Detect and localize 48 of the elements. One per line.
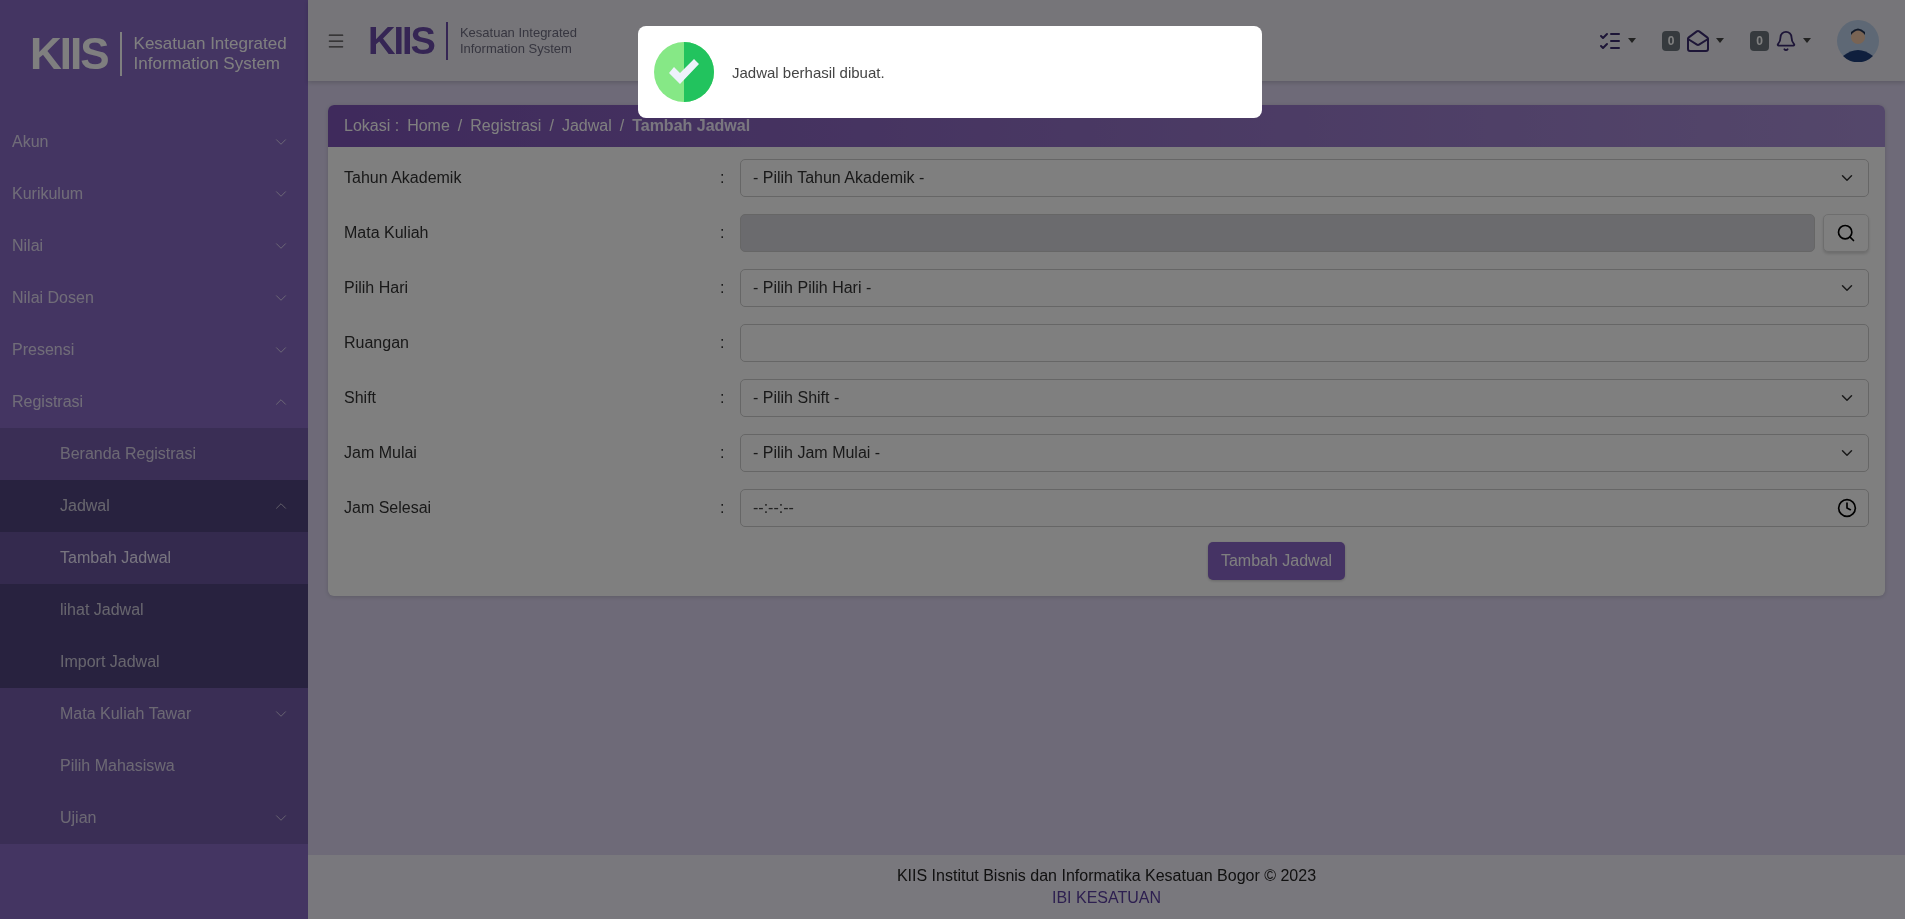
field-label: Ruangan xyxy=(344,334,410,352)
check-icon xyxy=(654,42,714,102)
bell-icon xyxy=(1775,29,1797,52)
time-field[interactable]: --:--:-- xyxy=(740,489,1869,527)
clock-icon xyxy=(1837,498,1857,518)
logo-mark: KIIS xyxy=(30,32,122,76)
envelope-icon xyxy=(1686,28,1711,53)
colon-text: : xyxy=(720,169,726,187)
logo-mark: KIIS xyxy=(368,21,448,60)
sidebar-item[interactable]: Import Jadwal xyxy=(0,636,308,688)
avatar[interactable] xyxy=(1837,19,1879,62)
colon-text: : xyxy=(720,444,726,462)
field-label: Jam Mulai xyxy=(344,444,418,462)
colon-text: : xyxy=(720,389,726,407)
messages-button[interactable]: 0 xyxy=(1661,28,1725,53)
breadcrumb-separator: / xyxy=(619,117,625,135)
sidebar-item[interactable]: Tambah Jadwal xyxy=(0,532,308,584)
breadcrumb-link[interactable]: Registrasi xyxy=(470,117,542,135)
search-icon xyxy=(1836,223,1856,243)
notifications-button[interactable]: 0 xyxy=(1750,29,1811,52)
breadcrumb-label: Lokasi : xyxy=(344,117,400,135)
copyright-text: KIIS Institut Bisnis dan Informatika Kesatuan Bogor © 2023 xyxy=(896,867,1317,885)
field-label: Mata Kuliah xyxy=(344,224,430,242)
footer-link[interactable]: IBI KESATUAN xyxy=(1051,889,1162,907)
submit-button[interactable]: Tambah Jadwal xyxy=(1207,542,1346,580)
colon-text: : xyxy=(720,499,726,517)
field-label: Pilih Hari xyxy=(344,279,409,297)
input-field[interactable] xyxy=(740,324,1869,362)
toast-message: Jadwal berhasil dibuat. xyxy=(732,63,885,81)
colon-text: : xyxy=(720,224,726,242)
logo-text: Kesatuan Integrated Information System xyxy=(459,24,577,57)
select-field[interactable]: - Pilih Shift - xyxy=(740,379,1869,417)
field-label: Tahun Akademik xyxy=(344,169,463,187)
select-field[interactable]: - Pilih Jam Mulai - xyxy=(740,434,1869,472)
search-button[interactable] xyxy=(1823,214,1869,252)
sidebar-item[interactable]: Jadwal xyxy=(0,480,308,532)
sidebar-item[interactable]: lihat Jadwal xyxy=(0,584,308,636)
logo-text: Kesatuan Integrated Information System xyxy=(133,33,287,75)
colon-text: : xyxy=(720,334,726,352)
field-label: Jam Selesai xyxy=(344,499,433,517)
field-label: Shift xyxy=(344,389,377,407)
breadcrumb-separator: / xyxy=(549,117,554,135)
breadcrumb-link[interactable]: Home xyxy=(407,117,450,135)
select-field[interactable]: - Pilih Pilih Hari - xyxy=(740,269,1869,307)
colon-text: : xyxy=(720,279,726,297)
select-field[interactable]: - Pilih Tahun Akademik - xyxy=(740,159,1869,197)
breadcrumb-link[interactable]: Jadwal xyxy=(561,117,612,135)
breadcrumb-separator: / xyxy=(457,117,463,135)
